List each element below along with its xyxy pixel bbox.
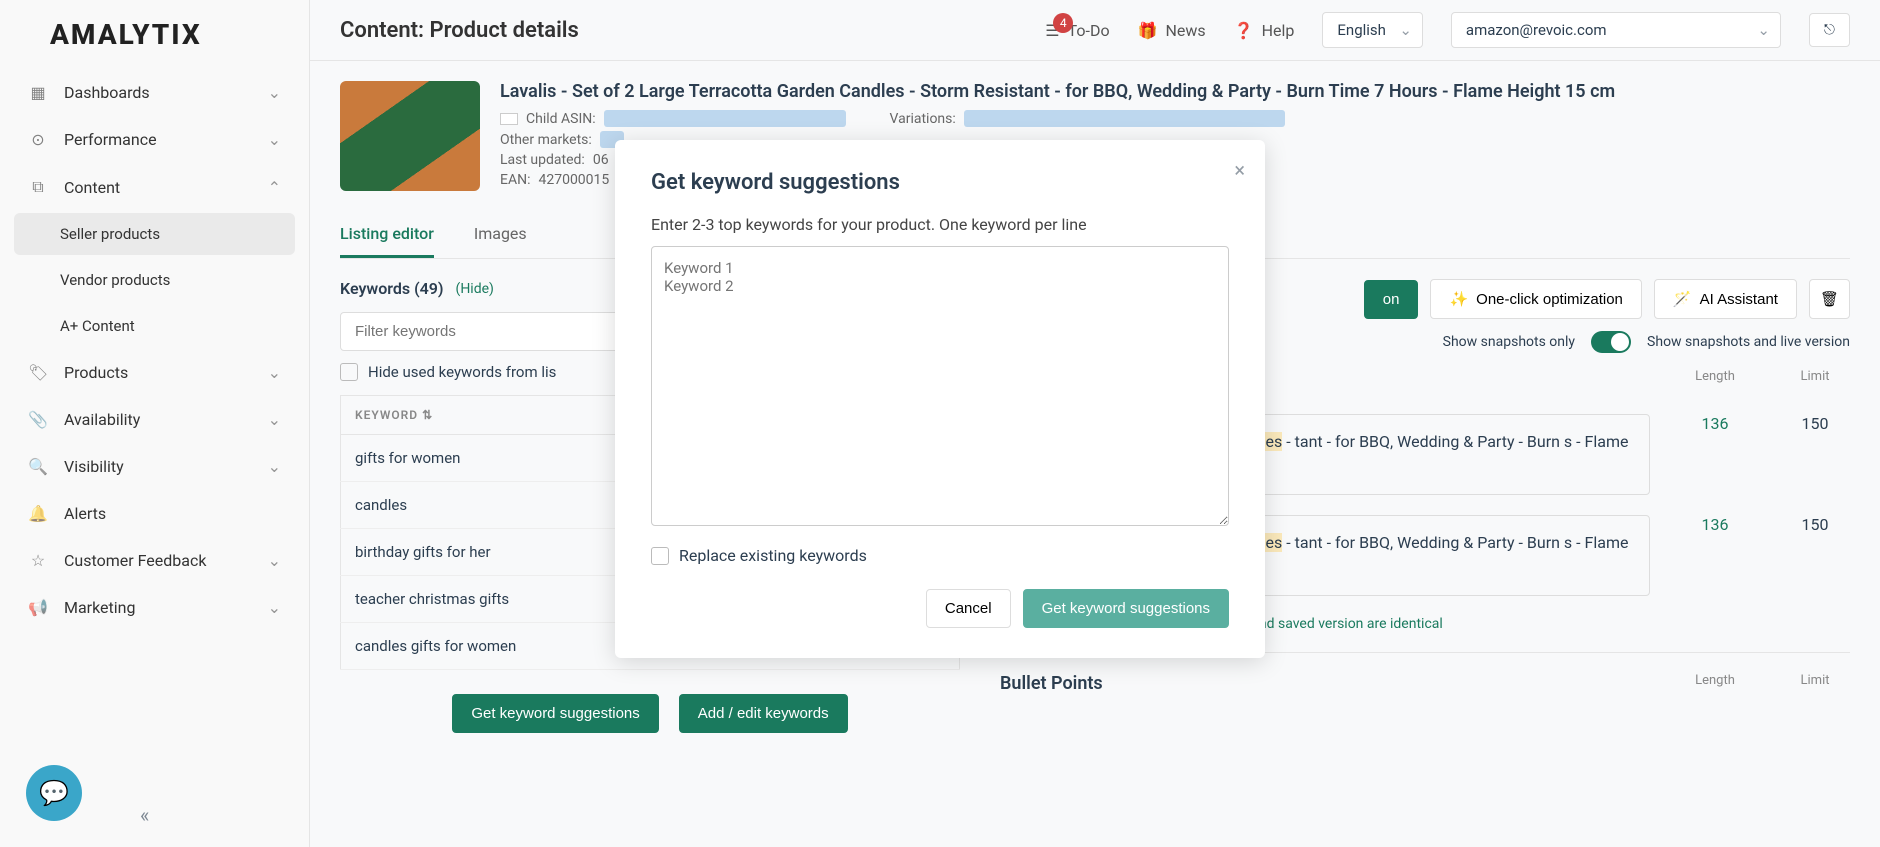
get-suggestions-submit-button[interactable]: Get keyword suggestions bbox=[1023, 589, 1229, 628]
modal-help-text: Enter 2-3 top keywords for your product.… bbox=[651, 215, 1229, 234]
modal-title: Get keyword suggestions bbox=[651, 170, 1229, 195]
modal-backdrop[interactable]: × Get keyword suggestions Enter 2-3 top … bbox=[0, 0, 1880, 847]
keyword-suggestions-modal: × Get keyword suggestions Enter 2-3 top … bbox=[615, 140, 1265, 658]
cancel-button[interactable]: Cancel bbox=[926, 589, 1011, 628]
replace-existing-checkbox[interactable] bbox=[651, 547, 669, 565]
keywords-textarea[interactable] bbox=[651, 246, 1229, 526]
replace-existing-label: Replace existing keywords bbox=[679, 546, 867, 565]
close-modal-button[interactable]: × bbox=[1234, 158, 1245, 182]
